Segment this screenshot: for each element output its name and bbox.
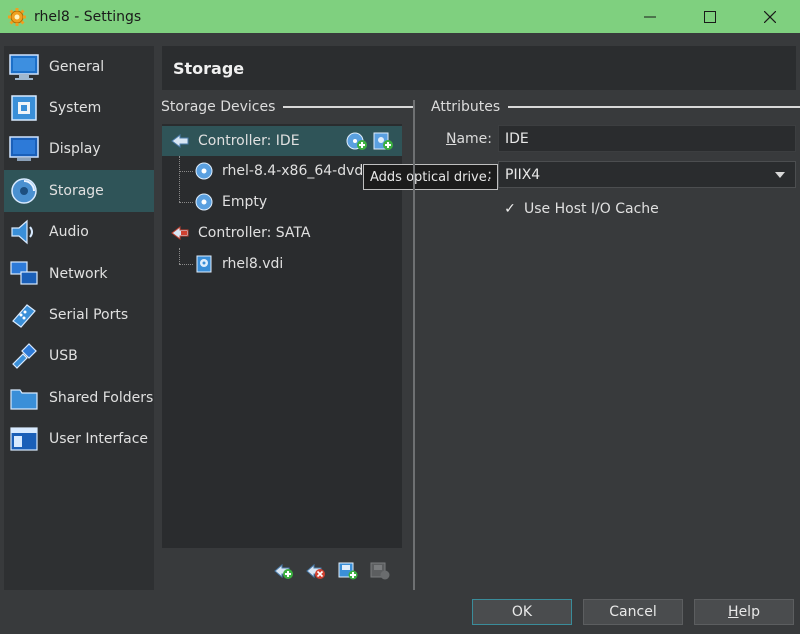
sidebar-item-label: USB	[49, 348, 78, 365]
controller-name-field[interactable]: IDE	[498, 125, 796, 152]
tree-connector	[179, 171, 193, 172]
help-button[interactable]: Help	[694, 599, 794, 625]
sidebar-item-label: Storage	[49, 182, 104, 199]
settings-sidebar: General System Display Storage Audio Net…	[4, 46, 154, 590]
tree-item-label: rhel-8.4-x86_64-dvd_	[222, 163, 371, 179]
sidebar-item-network[interactable]: Network	[4, 253, 154, 294]
close-button[interactable]	[740, 0, 800, 33]
serial-ports-icon	[8, 299, 40, 331]
host-io-cache-label: Use Host I/O Cache	[524, 201, 659, 217]
close-icon	[764, 10, 776, 23]
sidebar-item-label: Serial Ports	[49, 307, 129, 324]
system-icon	[8, 92, 40, 124]
display-icon	[8, 133, 40, 165]
add-hard-disk-button[interactable]	[372, 131, 394, 155]
tree-item-label: Controller: IDE	[198, 133, 300, 149]
tree-item-controller-ide[interactable]: Controller: IDE	[162, 126, 402, 156]
sidebar-item-audio[interactable]: Audio	[4, 212, 154, 253]
checkmark-icon[interactable]: ✓	[502, 201, 518, 217]
add-hard-disk-icon	[373, 132, 393, 150]
tree-item-empty-drive[interactable]: Empty	[194, 187, 394, 217]
tree-item-label: rhel8.vdi	[222, 256, 284, 272]
controller-type-select[interactable]: PIIX4	[498, 161, 796, 188]
add-optical-drive-button[interactable]	[346, 131, 368, 155]
user-interface-icon	[8, 423, 40, 455]
tree-item-label: Controller: SATA	[198, 225, 311, 241]
sidebar-item-system[interactable]: System	[4, 87, 154, 128]
sidebar-item-general[interactable]: General	[4, 46, 154, 87]
name-label: Name:	[445, 131, 492, 147]
add-attachment-icon	[338, 562, 358, 580]
attributes-label: Attributes	[431, 99, 501, 115]
usb-icon	[8, 340, 40, 372]
selected-type: PIIX4	[505, 166, 541, 183]
maximize-button[interactable]	[680, 0, 740, 33]
remove-attachment-button[interactable]	[369, 560, 391, 582]
tooltip: Adds optical drive.	[363, 164, 498, 190]
minimize-icon	[644, 16, 656, 17]
storage-icon	[8, 175, 40, 207]
storage-devices-label: Storage Devices	[161, 99, 276, 115]
sidebar-item-user-interface[interactable]: User Interface	[4, 419, 154, 460]
sidebar-item-display[interactable]: Display	[4, 129, 154, 170]
sidebar-item-storage[interactable]: Storage	[4, 170, 154, 212]
tree-item-label: Empty	[222, 194, 268, 210]
ide-controller-icon	[170, 131, 190, 151]
page-title: Storage	[162, 46, 796, 90]
tree-connector	[179, 264, 193, 265]
section-divider	[508, 106, 800, 108]
section-divider	[283, 106, 414, 108]
optical-disk-icon	[194, 161, 214, 181]
general-icon	[8, 51, 40, 83]
add-optical-drive-icon	[346, 132, 367, 150]
sidebar-item-label: Shared Folders	[49, 389, 154, 406]
tree-item-hard-disk[interactable]: rhel8.vdi	[194, 249, 394, 279]
virtualbox-gear-icon	[6, 6, 28, 28]
window-title: rhel8 - Settings	[34, 8, 142, 25]
remove-controller-button[interactable]	[305, 560, 327, 582]
tree-connector	[179, 156, 180, 202]
panel-divider	[413, 100, 415, 590]
minimize-button[interactable]	[620, 0, 680, 33]
sata-controller-icon	[170, 223, 190, 243]
sidebar-item-shared-folders[interactable]: Shared Folders	[4, 377, 154, 418]
hard-disk-icon	[194, 254, 214, 274]
tree-item-controller-sata[interactable]: Controller: SATA	[162, 218, 402, 248]
audio-icon	[8, 216, 40, 248]
storage-devices-section: Storage Devices	[161, 99, 414, 115]
sidebar-item-label: General	[49, 58, 105, 75]
type-label: :	[487, 167, 492, 183]
cancel-button[interactable]: Cancel	[583, 599, 683, 625]
remove-attachment-icon	[370, 562, 390, 580]
tree-connector	[179, 202, 193, 203]
optical-disk-icon	[194, 192, 214, 212]
add-attachment-button[interactable]	[337, 560, 359, 582]
host-io-cache-checkbox-row[interactable]: ✓ Use Host I/O Cache	[502, 199, 659, 219]
sidebar-item-label: Display	[49, 141, 101, 158]
sidebar-item-label: Network	[49, 265, 108, 282]
tree-connector	[179, 248, 180, 264]
maximize-icon	[704, 10, 716, 23]
add-controller-button[interactable]	[273, 560, 295, 582]
sidebar-item-usb[interactable]: USB	[4, 336, 154, 377]
ok-button[interactable]: OK	[472, 599, 572, 625]
title-bar: rhel8 - Settings	[0, 0, 800, 33]
sidebar-item-label: System	[49, 100, 102, 117]
remove-controller-icon	[306, 563, 325, 579]
sidebar-item-serial-ports[interactable]: Serial Ports	[4, 294, 154, 335]
shared-folders-icon	[8, 382, 40, 414]
sidebar-item-label: User Interface	[49, 431, 149, 448]
network-icon	[8, 258, 40, 290]
sidebar-item-label: Audio	[49, 224, 89, 241]
chevron-down-icon	[775, 172, 785, 178]
attributes-section: Attributes	[431, 99, 800, 115]
add-controller-icon	[274, 563, 293, 579]
